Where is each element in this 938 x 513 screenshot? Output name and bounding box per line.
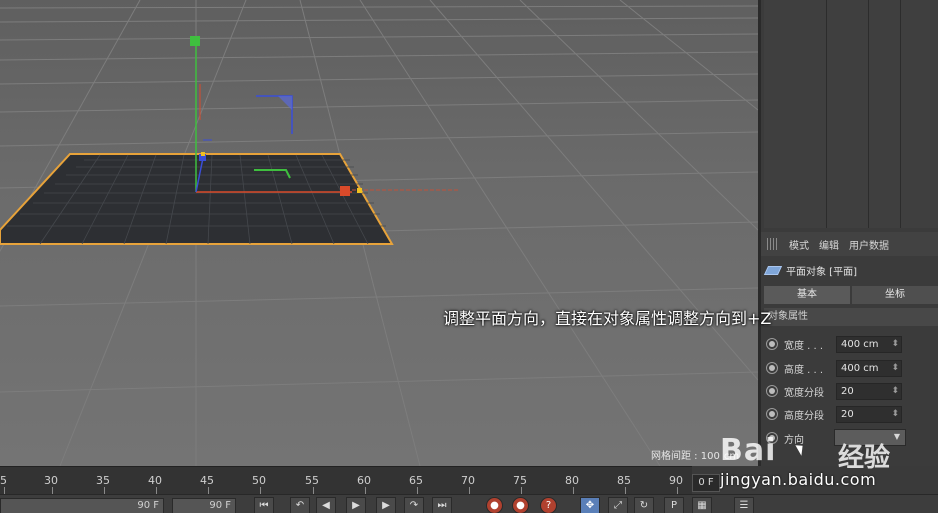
next-key-icon[interactable]: ↷ bbox=[404, 497, 424, 513]
tick-label: 50 bbox=[252, 474, 266, 487]
tutorial-caption: 调整平面方向，直接在对象属性调整方向到+Z bbox=[443, 309, 772, 328]
height-segments-field[interactable]: 20 bbox=[836, 405, 902, 423]
object-manager-column bbox=[826, 0, 827, 228]
viewport-canvas bbox=[0, 0, 758, 466]
tick-label: 40 bbox=[148, 474, 162, 487]
rotate-key-icon[interactable]: ↻ bbox=[634, 497, 654, 513]
keyframe-selection-icon[interactable]: ? bbox=[540, 497, 557, 513]
width-segments-field[interactable]: 20 bbox=[836, 382, 902, 400]
menu-mode[interactable]: 模式 bbox=[789, 237, 809, 252]
tick-label: 45 bbox=[200, 474, 214, 487]
baidu-watermark: Bai 经验 bbox=[718, 431, 898, 473]
width-field[interactable]: 400 cm bbox=[836, 335, 902, 353]
current-frame-field[interactable]: 0 F bbox=[692, 474, 720, 492]
object-manager[interactable] bbox=[764, 0, 938, 228]
prev-key-icon[interactable]: ↶ bbox=[290, 497, 310, 513]
menu-user-data[interactable]: 用户数据 bbox=[849, 237, 889, 252]
tick-label: 35 bbox=[96, 474, 110, 487]
x-axis-handle bbox=[340, 186, 350, 196]
property-label: 高度分段 bbox=[784, 410, 824, 422]
grid-spacing-label: 网格间距 : 100 bbox=[651, 451, 720, 462]
object-manager-column bbox=[868, 0, 869, 228]
playback-toolbar: 90 F 90 F ⏮ ↶ ◀ ▶ ▶ ↷ ⏭ ● ● ? ✥ ⤢ ↻ P ▦ … bbox=[0, 494, 938, 513]
play-icon[interactable]: ▶ bbox=[346, 497, 366, 513]
grip-icon[interactable] bbox=[767, 238, 779, 250]
property-label: 宽度 . . . bbox=[784, 340, 824, 352]
property-label: 高度 . . . bbox=[784, 364, 824, 376]
tick-label: 60 bbox=[357, 474, 371, 487]
object-manager-column bbox=[900, 0, 901, 228]
y-axis-handle bbox=[190, 36, 200, 46]
tick-label: 90 bbox=[669, 474, 683, 487]
property-label: 宽度分段 bbox=[784, 387, 824, 399]
goto-start-icon[interactable]: ⏮ bbox=[254, 497, 274, 513]
menu-edit[interactable]: 编辑 bbox=[819, 237, 839, 252]
tick-label: 75 bbox=[513, 474, 527, 487]
goto-end-icon[interactable]: ⏭ bbox=[432, 497, 452, 513]
end-frame-field[interactable]: 90 F bbox=[172, 498, 236, 513]
param-key-icon[interactable]: P bbox=[664, 497, 684, 513]
animate-radio[interactable] bbox=[766, 408, 778, 420]
autokey-icon[interactable]: ● bbox=[512, 497, 529, 513]
next-frame-icon[interactable]: ▶ bbox=[376, 497, 396, 513]
tick-label: 65 bbox=[409, 474, 423, 487]
watermark-suffix: 经验 bbox=[838, 443, 891, 473]
tick-label: 70 bbox=[461, 474, 475, 487]
timeline-ruler[interactable]: 5 30 35 40 45 50 55 60 65 70 75 80 85 90 bbox=[0, 466, 692, 495]
tick-label: 85 bbox=[617, 474, 631, 487]
record-icon[interactable]: ● bbox=[486, 497, 503, 513]
timeline-options-icon[interactable]: ☰ bbox=[734, 497, 754, 513]
attribute-tabs: 基本 坐标 bbox=[764, 286, 938, 304]
tab-basic[interactable]: 基本 bbox=[764, 286, 850, 304]
animate-radio[interactable] bbox=[766, 362, 778, 374]
tick-label: 5 bbox=[0, 474, 7, 487]
pla-key-icon[interactable]: ▦ bbox=[692, 497, 712, 513]
height-field[interactable]: 400 cm bbox=[836, 359, 902, 377]
property-height: 高度 . . . 400 cm bbox=[766, 358, 936, 378]
property-width-segments: 宽度分段 20 bbox=[766, 381, 936, 401]
3d-viewport[interactable]: 网格间距 : 100 cm bbox=[0, 0, 758, 466]
move-key-icon[interactable]: ✥ bbox=[580, 497, 600, 513]
property-height-segments: 高度分段 20 bbox=[766, 404, 936, 424]
animate-radio[interactable] bbox=[766, 385, 778, 397]
tick-label: 30 bbox=[44, 474, 58, 487]
section-object-properties: 对象属性 bbox=[764, 308, 938, 326]
start-frame-field[interactable]: 90 F bbox=[0, 498, 164, 513]
prev-frame-icon[interactable]: ◀ bbox=[316, 497, 336, 513]
tick-label: 55 bbox=[305, 474, 319, 487]
plane-icon bbox=[763, 266, 783, 275]
scale-key-icon[interactable]: ⤢ bbox=[608, 497, 628, 513]
watermark-url: jingyan.baidu.com bbox=[720, 470, 877, 489]
watermark-brand: Bai bbox=[720, 433, 777, 468]
object-title-label: 平面对象 [平面] bbox=[786, 267, 857, 278]
object-title: 平面对象 [平面] bbox=[763, 263, 857, 278]
property-width: 宽度 . . . 400 cm bbox=[766, 334, 936, 354]
tick-label: 80 bbox=[565, 474, 579, 487]
animate-radio[interactable] bbox=[766, 338, 778, 350]
tab-coordinates[interactable]: 坐标 bbox=[852, 286, 938, 304]
attribute-menu-bar: 模式 编辑 用户数据 bbox=[761, 232, 938, 256]
